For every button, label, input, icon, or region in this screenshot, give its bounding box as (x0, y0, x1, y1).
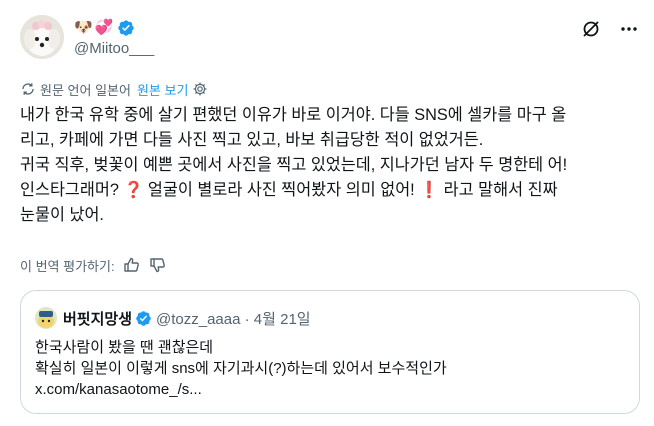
author-emoji-hearts: 💞 (94, 19, 114, 36)
tweet-fragment: 인스타그래머? (20, 181, 124, 199)
verified-badge-icon (118, 20, 135, 36)
thumbs-down-icon[interactable] (149, 256, 167, 274)
quoted-link[interactable]: x.com/kanasaotome_/s... (35, 379, 447, 400)
tweet-fragment: 라고 말해서 진짜 (439, 181, 558, 199)
quoted-author-name: 버핏지망생 (63, 310, 133, 328)
quoted-handle-date: @tozz_aaaa · 4월 21일 (156, 310, 311, 328)
quoted-tweet-card[interactable]: 버핏지망생 @tozz_aaaa · 4월 21일 한국사람이 봤을 땐 괜찮은… (20, 290, 640, 414)
more-icon[interactable] (618, 18, 640, 40)
rate-translation-row: 이 번역 평가하기: (20, 256, 167, 274)
tweet-fragment: 얼굴이 별로라 사진 찍어봤자 의미 없어! (143, 181, 420, 199)
tweet-header: 🐶 💞 @Miitoo___ (20, 12, 640, 64)
header-actions (580, 18, 640, 40)
author-handle[interactable]: @Miitoo___ (74, 40, 154, 57)
tweet-line: 눈물이 났어. (20, 206, 104, 224)
author-avatar[interactable] (20, 15, 64, 59)
tweet-line: 인스타그래머? ❓ 얼굴이 별로라 사진 찍어봤자 의미 없어! ❗ 라고 말해… (20, 178, 635, 203)
show-original-link[interactable]: 원본 보기 (137, 80, 188, 99)
slashed-circle-icon[interactable] (580, 18, 602, 40)
translate-icon (22, 83, 34, 95)
rate-translation-label: 이 번역 평가하기: (20, 258, 115, 274)
verified-badge-icon (136, 310, 151, 326)
tweet-line: 리고, 카페에 가면 다들 사진 찍고 있고, 바보 취급당한 적이 없었거든. (20, 131, 484, 149)
author-name-row[interactable]: 🐶 💞 (74, 18, 135, 38)
quoted-line: 확실히 일본이 이렇게 sns에 자기과시(?)하는데 있어서 보수적인가 (35, 360, 447, 377)
quoted-author-avatar (35, 307, 57, 329)
translation-note: 원문 언어 일본어 (40, 82, 131, 98)
quoted-tweet-text: 한국사람이 봤을 땐 괜찮은데 확실히 일본이 이렇게 sns에 자기과시(?)… (35, 337, 447, 400)
tweet-text: 내가 한국 유학 중에 살기 편했던 이유가 바로 이거야. 다들 SNS에 셀… (20, 103, 635, 228)
gear-icon[interactable] (192, 81, 208, 97)
author-emoji-dog: 🐶 (74, 19, 93, 36)
translation-note-row: 원문 언어 일본어 원본 보기 (20, 80, 208, 98)
question-mark-emoji: ❓ (123, 182, 144, 199)
exclamation-mark-emoji: ❗ (419, 182, 440, 199)
tweet-line: 내가 한국 유학 중에 살기 편했던 이유가 바로 이거야. 다들 SNS에 셀… (20, 106, 567, 124)
quoted-tweet-header: 버핏지망생 @tozz_aaaa · 4월 21일 (35, 307, 311, 329)
quoted-line: 한국사람이 봤을 땐 괜찮은데 (35, 339, 214, 356)
thumbs-up-icon[interactable] (123, 256, 141, 274)
tweet-line: 귀국 직후, 벚꽃이 예쁜 곳에서 사진을 찍고 있었는데, 지나가던 남자 두… (20, 156, 568, 174)
